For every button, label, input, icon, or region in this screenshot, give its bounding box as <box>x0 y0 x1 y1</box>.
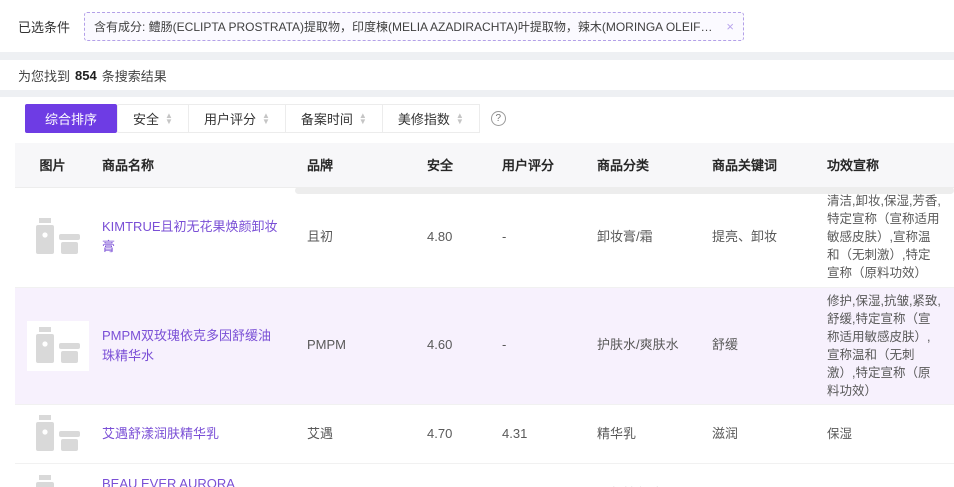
selected-filters-label: 已选条件 <box>18 17 70 36</box>
keywords-cell: 滋润 <box>700 405 815 464</box>
sort-tab-safety[interactable]: 安全 ▲ ▼ <box>117 104 189 133</box>
claims-cell: 清洁,卸妆,保湿,芳香,特定宣称（宣称适用敏感皮肤）,宣称温和（无刺激）,特定宣… <box>815 187 954 287</box>
keywords-cell: 提亮、卸妆 <box>700 187 815 287</box>
col-header-safety: 安全 <box>415 143 490 187</box>
col-header-name: 商品名称 <box>90 143 295 187</box>
category-cell: 卸妆膏/霜 <box>585 187 700 287</box>
help-icon[interactable]: ? <box>491 111 506 126</box>
table-row[interactable]: BEAU EVER AURORA GLOWING ESSENCE OIL Bea… <box>15 464 954 487</box>
col-header-brand: 品牌 <box>295 143 415 187</box>
table-header-row: 图片 商品名称 品牌 安全 用户评分 商品分类 商品关键词 功效宣称 <box>15 143 954 187</box>
col-header-claims: 功效宣称 <box>815 143 954 187</box>
brand-cell: 艾遇 <box>295 405 415 464</box>
brand-cell: PMPM <box>295 287 415 405</box>
user-rating-cell: - <box>490 187 585 287</box>
main-panel: 综合排序 安全 ▲ ▼ 用户评分 ▲ ▼ 备案时间 ▲ ▼ 美修指数 <box>0 97 954 487</box>
safety-cell: 4.60 <box>415 287 490 405</box>
sort-tab-label: 安全 <box>133 109 159 128</box>
product-thumbnail[interactable] <box>27 212 89 262</box>
horizontal-scrollbar[interactable] <box>295 187 954 194</box>
product-name-link[interactable]: PMPM双玫瑰依克多因舒缓油珠精华水 <box>102 328 271 363</box>
caret-down-icon: ▼ <box>262 119 270 125</box>
category-cell: 护肤水/爽肤水 <box>585 287 700 405</box>
sort-tab-label: 备案时间 <box>301 109 353 128</box>
product-name-link[interactable]: KIMTRUE且初无花果焕颜卸妆膏 <box>102 219 278 254</box>
product-name-link[interactable]: BEAU EVER AURORA GLOWING ESSENCE OIL <box>102 476 255 487</box>
category-cell: 精华乳 <box>585 405 700 464</box>
filter-tag: 含有成分: 鳢肠(ECLIPTA PROSTRATA)提取物，印度楝(MELIA… <box>84 12 744 41</box>
brand-cell: 且初 <box>295 187 415 287</box>
sort-tab-label: 美修指数 <box>398 109 450 128</box>
sort-tab-label: 用户评分 <box>204 109 256 128</box>
col-header-image: 图片 <box>15 143 90 187</box>
table-row[interactable]: 艾遇舒漾润肤精华乳 艾遇 4.70 4.31 精华乳 滋润 保湿 <box>15 405 954 464</box>
safety-cell: 3.40 <box>415 464 490 487</box>
user-rating-cell: 4.31 <box>490 405 585 464</box>
filter-tag-close-icon[interactable]: × <box>726 20 734 33</box>
cosmetics-placeholder-icon <box>33 413 83 455</box>
user-rating-cell: 4.66 <box>490 464 585 487</box>
caret-down-icon: ▼ <box>456 119 464 125</box>
table-row[interactable]: PMPM双玫瑰依克多因舒缓油珠精华水 PMPM 4.60 - 护肤水/爽肤水 舒… <box>15 287 954 405</box>
filter-tag-text: 含有成分: 鳢肠(ECLIPTA PROSTRATA)提取物，印度楝(MELIA… <box>94 18 719 35</box>
caret-down-icon: ▼ <box>165 119 173 125</box>
product-thumbnail[interactable] <box>27 409 89 459</box>
sorter-icon: ▲ ▼ <box>359 113 367 125</box>
keywords-cell: - <box>700 464 815 487</box>
product-name-link[interactable]: 艾遇舒漾润肤精华乳 <box>102 426 219 441</box>
results-prefix: 为您找到 <box>18 66 70 85</box>
keywords-cell: 舒缓 <box>700 287 815 405</box>
product-thumbnail[interactable] <box>27 321 89 371</box>
brand-cell: BeauEver <box>295 464 415 487</box>
results-suffix: 条搜索结果 <box>102 66 167 85</box>
col-header-category: 商品分类 <box>585 143 700 187</box>
claims-cell: - <box>815 464 954 487</box>
sort-tab-label: 综合排序 <box>45 109 97 128</box>
category-cell: 面部精华油 <box>585 464 700 487</box>
table-row[interactable]: KIMTRUE且初无花果焕颜卸妆膏 且初 4.80 - 卸妆膏/霜 提亮、卸妆 … <box>15 187 954 287</box>
col-header-keywords: 商品关键词 <box>700 143 815 187</box>
sort-tab-meixiu-index[interactable]: 美修指数 ▲ ▼ <box>383 104 480 133</box>
product-table: 图片 商品名称 品牌 安全 用户评分 商品分类 商品关键词 功效宣称 <box>0 143 954 487</box>
safety-cell: 4.70 <box>415 405 490 464</box>
sort-tab-user-rating[interactable]: 用户评分 ▲ ▼ <box>189 104 286 133</box>
sort-tab-bar: 综合排序 安全 ▲ ▼ 用户评分 ▲ ▼ 备案时间 ▲ ▼ 美修指数 <box>25 97 954 133</box>
selected-filters-bar: 已选条件 含有成分: 鳢肠(ECLIPTA PROSTRATA)提取物，印度楝(… <box>0 0 954 52</box>
results-count: 854 <box>75 68 97 83</box>
results-bar: 为您找到 854 条搜索结果 <box>0 60 954 90</box>
user-rating-cell: - <box>490 287 585 405</box>
cosmetics-placeholder-icon <box>33 325 83 367</box>
claims-cell: 修护,保湿,抗皱,紧致,舒缓,特定宣称（宣称适用敏感皮肤）,宣称温和（无刺激）,… <box>815 287 954 405</box>
sorter-icon: ▲ ▼ <box>262 113 270 125</box>
cosmetics-placeholder-icon <box>33 473 83 487</box>
sorter-icon: ▲ ▼ <box>456 113 464 125</box>
claims-cell: 保湿 <box>815 405 954 464</box>
col-header-user-rating: 用户评分 <box>490 143 585 187</box>
safety-cell: 4.80 <box>415 187 490 287</box>
product-thumbnail[interactable] <box>27 469 89 487</box>
sort-tab-comprehensive[interactable]: 综合排序 <box>25 104 117 133</box>
caret-down-icon: ▼ <box>359 119 367 125</box>
sorter-icon: ▲ ▼ <box>165 113 173 125</box>
cosmetics-placeholder-icon <box>33 216 83 258</box>
sort-tab-filing-date[interactable]: 备案时间 ▲ ▼ <box>286 104 383 133</box>
